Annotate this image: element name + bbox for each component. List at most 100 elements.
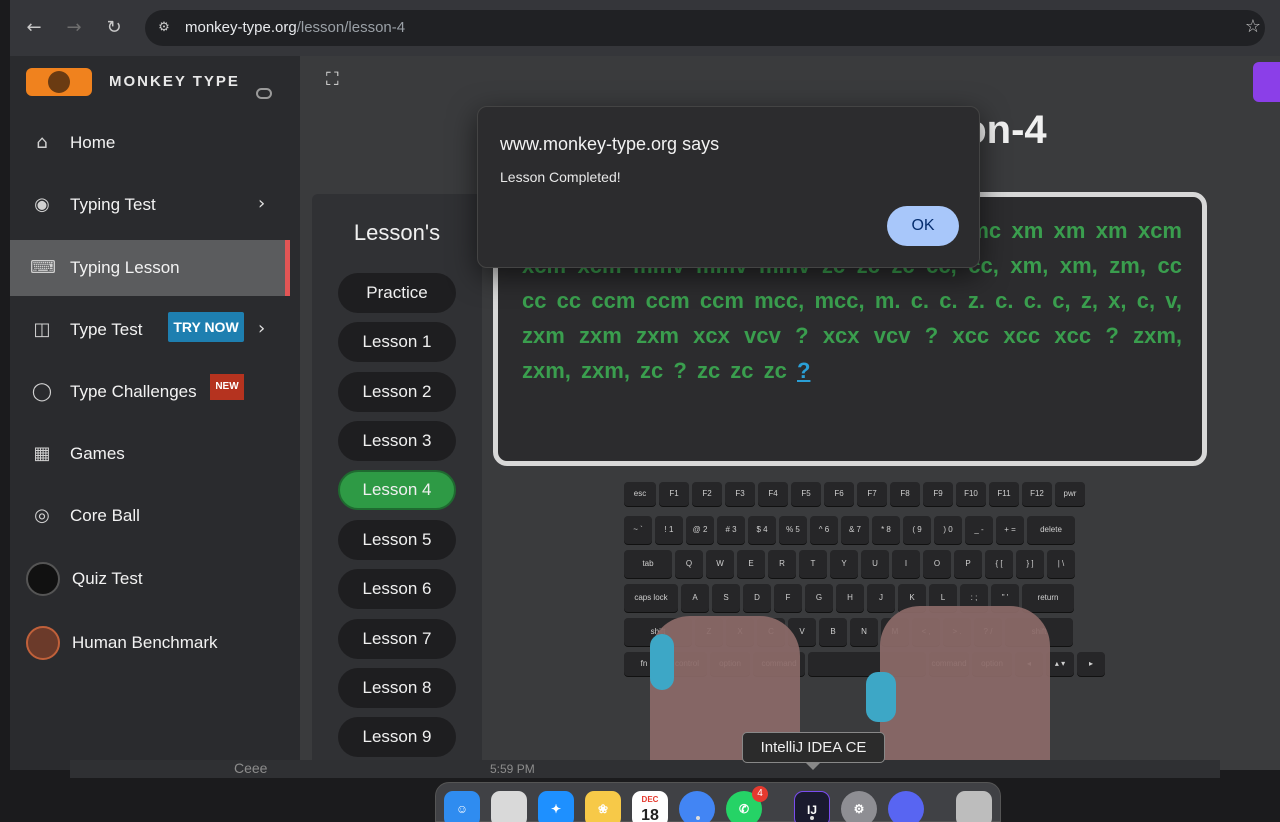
system-settings-icon[interactable]: ⚙ <box>841 791 877 822</box>
url-text[interactable]: monkey-type.org/lesson/lesson-4 <box>185 19 405 36</box>
lesson-button-3[interactable]: Lesson 3 <box>338 421 456 461</box>
ok-button[interactable]: OK <box>887 206 959 246</box>
lessons-title: Lesson's <box>353 220 441 245</box>
purple-action-button[interactable] <box>1253 62 1280 102</box>
background-name: Ceee <box>234 760 268 776</box>
key-row2-0: ~ ` <box>624 516 652 544</box>
whatsapp-notification-badge: 4 <box>752 786 768 802</box>
key-row1-7: F7 <box>857 482 887 506</box>
discord-icon[interactable] <box>888 791 924 822</box>
key-row2-8: * 8 <box>872 516 900 544</box>
sidebar-item-label: Home <box>70 133 116 152</box>
grid-icon: ▦ <box>33 443 51 464</box>
sidebar-item-typing-test[interactable]: ◉ Typing Test › <box>10 177 290 233</box>
address-bar[interactable]: ⚙ monkey-type.org/lesson/lesson-4 ☆ <box>145 10 1265 46</box>
reload-button[interactable]: ↻ <box>102 16 126 40</box>
key-row3-7: U <box>861 550 889 578</box>
sidebar-item-typing-lesson[interactable]: ⌨ Typing Lesson <box>10 240 290 296</box>
forward-button[interactable]: → <box>62 16 86 40</box>
key-row3-10: P <box>954 550 982 578</box>
sidebar-item-human-benchmark[interactable]: Human Benchmark <box>10 615 290 671</box>
key-row2-1: ! 1 <box>655 516 683 544</box>
target-icon: ◎ <box>34 505 50 526</box>
key-row1-11: F11 <box>989 482 1019 506</box>
key-row2-13: delete <box>1027 516 1075 544</box>
sidebar-item-quiz-test[interactable]: Quiz Test <box>10 551 290 607</box>
key-row2-12: + = <box>996 516 1024 544</box>
safari-icon[interactable]: ✦ <box>538 791 574 822</box>
key-row1-0: esc <box>624 482 656 506</box>
dialog-title: www.monkey-type.org says <box>500 134 720 154</box>
key-row3-3: E <box>737 550 765 578</box>
new-badge: NEW <box>210 374 244 400</box>
key-row2-7: & 7 <box>841 516 869 544</box>
sidebar-item-label: Quiz Test <box>72 569 143 588</box>
chevron-right-icon[interactable]: › <box>258 193 265 214</box>
try-now-badge: TRY NOW <box>168 312 244 342</box>
sidebar-item-type-test[interactable]: ◫ Type Test TRY NOW › <box>10 302 290 358</box>
lesson-button-5[interactable]: Lesson 5 <box>338 520 456 560</box>
key-row3-5: T <box>799 550 827 578</box>
finder-icon[interactable]: ☺ <box>444 791 480 822</box>
trash-icon[interactable] <box>956 791 992 822</box>
sidebar-item-type-challenges[interactable]: ◯ Type Challenges NEW <box>10 364 290 420</box>
sidebar-item-label: Core Ball <box>70 506 140 525</box>
cat-icon: ◫ <box>33 319 51 340</box>
lesson-button-7[interactable]: Lesson 7 <box>338 619 456 659</box>
bookmark-star-icon[interactable]: ☆ <box>1241 16 1265 40</box>
sidebar-item-home[interactable]: ⌂ Home <box>10 115 290 171</box>
key-row3-12: } ] <box>1016 550 1044 578</box>
dialog-message: Lesson Completed! <box>500 169 621 185</box>
fullscreen-icon[interactable]: ⛶ <box>326 70 346 90</box>
launchpad-icon[interactable] <box>491 791 527 822</box>
key-row1-9: F9 <box>923 482 953 506</box>
theme-toggle-icon[interactable] <box>256 88 272 99</box>
sidebar-item-label: Typing Test <box>70 195 156 214</box>
key-row3-4: R <box>768 550 796 578</box>
key-row1-3: F3 <box>725 482 755 506</box>
github-icon: ◉ <box>34 194 50 215</box>
calendar-month: DEC <box>641 795 659 804</box>
dock-tooltip: IntelliJ IDEA CE <box>742 732 885 770</box>
home-icon: ⌂ <box>36 132 48 153</box>
alert-dialog: www.monkey-type.org says Lesson Complete… <box>477 106 980 268</box>
calendar-icon[interactable]: DEC 18 <box>632 791 668 822</box>
sidebar-item-label: Human Benchmark <box>72 633 218 652</box>
right-thumb-highlight <box>866 672 896 722</box>
key-row2-6: ^ 6 <box>810 516 838 544</box>
sidebar-item-core-ball[interactable]: ◎ Core Ball <box>10 488 290 544</box>
site-settings-icon[interactable]: ⚙ <box>155 19 173 37</box>
key-row1-8: F8 <box>890 482 920 506</box>
key-row3-11: { [ <box>985 550 1013 578</box>
browser-window: ← → ↻ ⚙ monkey-type.org/lesson/lesson-4 … <box>10 0 1280 770</box>
browser-toolbar: ← → ↻ ⚙ monkey-type.org/lesson/lesson-4 … <box>10 0 1280 56</box>
sidebar-item-games[interactable]: ▦ Games <box>10 426 290 482</box>
photos-icon[interactable]: ❀ <box>585 791 621 822</box>
key-row3-9: O <box>923 550 951 578</box>
lesson-button-1[interactable]: Lesson 1 <box>338 322 456 362</box>
quiz-avatar-icon <box>26 562 60 596</box>
key-row3-2: W <box>706 550 734 578</box>
calendar-day: 18 <box>641 807 659 822</box>
keyboard-icon: ⌨ <box>30 257 56 278</box>
lesson-button-6[interactable]: Lesson 6 <box>338 569 456 609</box>
lesson-button-practice[interactable]: Practice <box>338 273 456 313</box>
back-button[interactable]: ← <box>22 16 46 40</box>
lesson-button-4[interactable]: Lesson 4 <box>338 470 456 510</box>
key-row2-3: # 3 <box>717 516 745 544</box>
dock: ☺ ✦ ❀ DEC 18 ✆ IJ ⚙ <box>435 782 1001 822</box>
right-hand <box>880 606 1050 770</box>
lesson-button-9[interactable]: Lesson 9 <box>338 717 456 757</box>
chevron-right-icon[interactable]: › <box>258 318 265 339</box>
award-icon: ◯ <box>31 381 53 402</box>
key-row2-10: ) 0 <box>934 516 962 544</box>
lesson-button-8[interactable]: Lesson 8 <box>338 668 456 708</box>
key-row2-11: _ - <box>965 516 993 544</box>
key-row1-10: F10 <box>956 482 986 506</box>
key-row2-9: ( 9 <box>903 516 931 544</box>
benchmark-icon <box>26 626 60 660</box>
key-row2-2: @ 2 <box>686 516 714 544</box>
monkey-logo-icon[interactable] <box>26 68 92 96</box>
lesson-button-2[interactable]: Lesson 2 <box>338 372 456 412</box>
key-row1-13: pwr <box>1055 482 1085 506</box>
